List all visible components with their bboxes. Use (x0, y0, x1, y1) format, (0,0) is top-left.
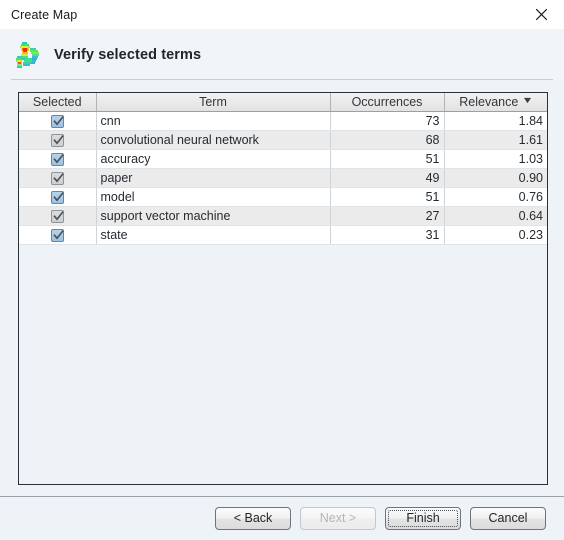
column-header-term[interactable]: Term (96, 93, 331, 112)
cell-selected[interactable] (19, 168, 97, 188)
cell-term: state (96, 225, 331, 245)
next-button: Next > (300, 506, 376, 530)
cell-selected[interactable] (19, 225, 97, 245)
column-header-relevance-label: Relevance (459, 94, 519, 109)
table-row[interactable]: state 31 0.23 (19, 225, 547, 245)
cancel-button[interactable]: Cancel (470, 506, 546, 530)
cell-occurrences: 27 (330, 206, 445, 226)
cell-occurrences: 73 (330, 111, 445, 131)
cell-relevance: 0.64 (444, 206, 547, 226)
cell-term: convolutional neural network (96, 130, 331, 150)
window-title: Create Map (11, 7, 78, 22)
cell-term: cnn (96, 111, 331, 131)
cell-occurrences: 51 (330, 149, 445, 169)
finish-button[interactable]: Finish (385, 506, 461, 530)
table-header-row: Selected Term Occurrences Relevance ▼ (19, 93, 547, 112)
cell-relevance: 0.76 (444, 187, 547, 207)
cell-occurrences: 31 (330, 225, 445, 245)
check-icon (53, 229, 64, 240)
terms-table-panel: Selected Term Occurrences Relevance ▼ cn… (18, 92, 548, 485)
cell-term: paper (96, 168, 331, 188)
check-icon (53, 191, 64, 202)
cell-occurrences: 68 (330, 130, 445, 150)
check-icon (53, 172, 64, 183)
cell-occurrences: 51 (330, 187, 445, 207)
cell-selected[interactable] (19, 149, 97, 169)
create-map-dialog: Create Map Verify selected terms Selecte… (0, 0, 564, 540)
column-header-occurrences[interactable]: Occurrences (330, 93, 445, 112)
table-row[interactable]: model 51 0.76 (19, 187, 547, 207)
wizard-header: Verify selected terms (0, 29, 564, 80)
cell-relevance: 0.90 (444, 168, 547, 188)
cell-selected[interactable] (19, 187, 97, 207)
density-map-icon (11, 38, 45, 71)
table-row[interactable]: accuracy 51 1.03 (19, 149, 547, 169)
check-icon (53, 134, 64, 145)
cell-occurrences: 49 (330, 168, 445, 188)
table-row[interactable]: cnn 73 1.84 (19, 111, 547, 131)
table-row[interactable]: support vector machine 27 0.64 (19, 206, 547, 226)
cell-relevance: 1.61 (444, 130, 547, 150)
cell-term: model (96, 187, 331, 207)
terms-table: Selected Term Occurrences Relevance ▼ cn… (19, 93, 547, 245)
content-area: Selected Term Occurrences Relevance ▼ cn… (0, 80, 564, 496)
table-row[interactable]: convolutional neural network 68 1.61 (19, 130, 547, 150)
chevron-down-icon: ▼ (521, 95, 534, 106)
table-body: cnn 73 1.84 convolutional neural network 68 1… (19, 111, 547, 245)
column-header-term-label: Term (199, 94, 227, 109)
check-icon (53, 210, 64, 221)
row-checkbox[interactable] (50, 152, 64, 166)
column-header-selected[interactable]: Selected (19, 93, 97, 112)
check-icon (53, 153, 64, 164)
row-checkbox[interactable] (50, 209, 64, 223)
cell-selected[interactable] (19, 130, 97, 150)
row-checkbox[interactable] (50, 228, 64, 242)
cell-selected[interactable] (19, 111, 97, 131)
cell-term: support vector machine (96, 206, 331, 226)
title-bar: Create Map (0, 0, 564, 29)
column-header-selected-label: Selected (32, 94, 82, 109)
cell-selected[interactable] (19, 206, 97, 226)
row-checkbox[interactable] (50, 190, 64, 204)
cell-relevance: 1.03 (444, 149, 547, 169)
row-checkbox[interactable] (50, 133, 64, 147)
row-checkbox[interactable] (50, 171, 64, 185)
back-button[interactable]: < Back (215, 506, 291, 530)
cell-relevance: 0.23 (444, 225, 547, 245)
header-title: Verify selected terms (54, 46, 202, 63)
footer-divider (0, 496, 564, 497)
cell-term: accuracy (96, 149, 331, 169)
check-icon (53, 115, 64, 126)
column-header-occurrences-label: Occurrences (351, 94, 423, 109)
cell-relevance: 1.84 (444, 111, 547, 131)
table-row[interactable]: paper 49 0.90 (19, 168, 547, 188)
table-header: Selected Term Occurrences Relevance ▼ (19, 93, 547, 112)
row-checkbox[interactable] (50, 114, 64, 128)
close-button[interactable] (519, 0, 564, 29)
close-icon (535, 8, 548, 21)
column-header-relevance[interactable]: Relevance ▼ (444, 93, 547, 112)
dialog-footer: < Back Next > Finish Cancel (0, 496, 564, 540)
